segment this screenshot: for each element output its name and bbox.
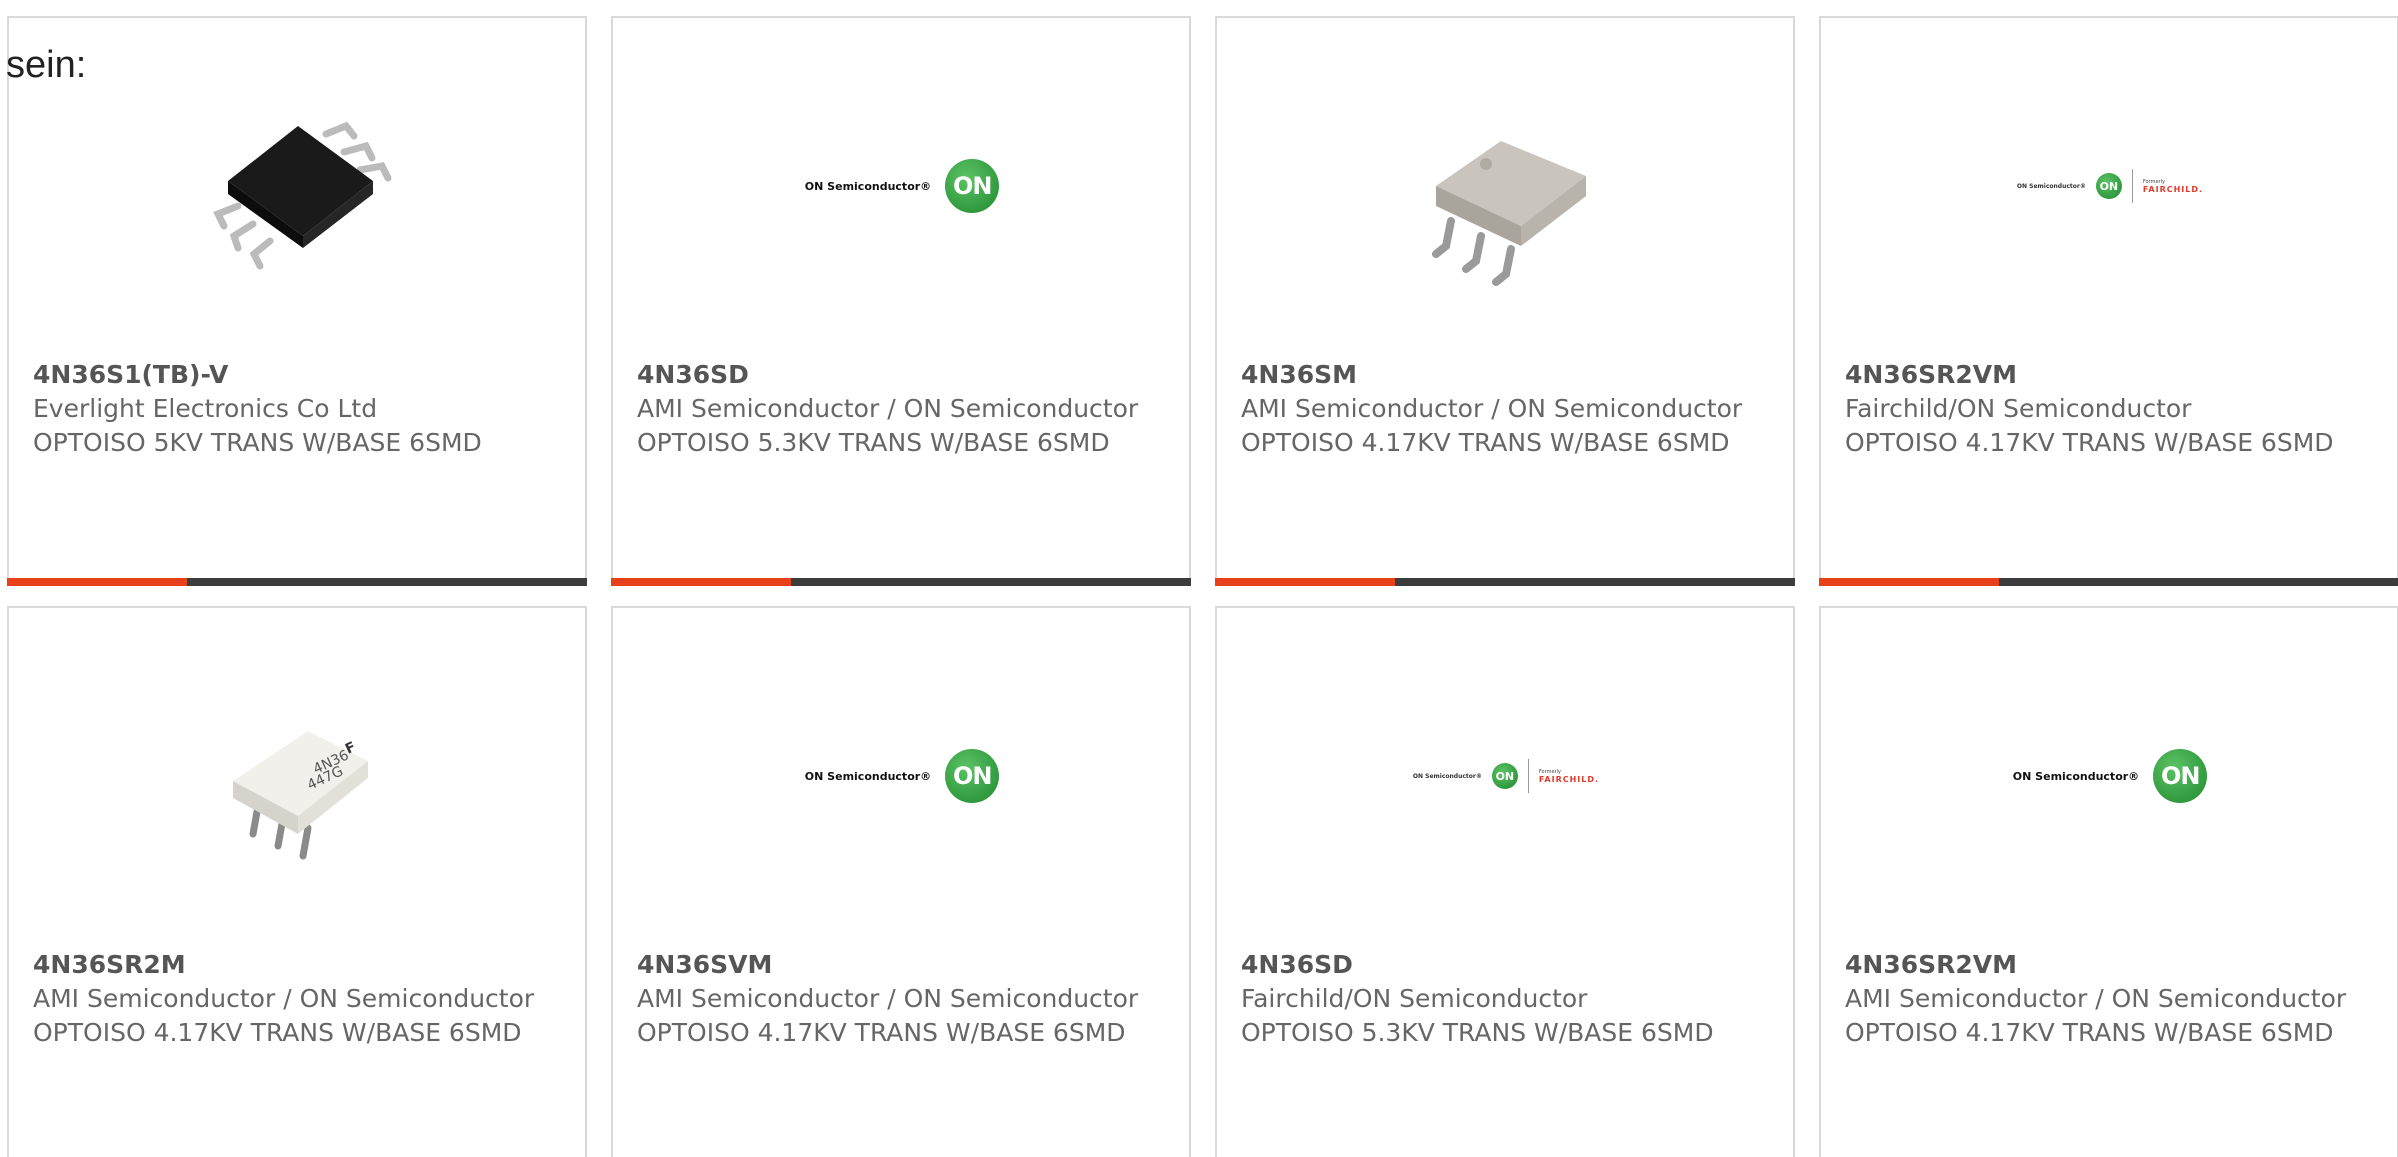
- logo-wordmark: ON Semiconductor®: [2012, 769, 2140, 783]
- manufacturer: AMI Semiconductor / ON Semiconductor: [1241, 394, 1743, 423]
- product-grid-page: sein: 4N36S1(TB)-V Everlight Electronics: [0, 0, 2398, 1157]
- manufacturer: Everlight Electronics Co Ltd: [33, 394, 378, 423]
- description: OPTOISO 4.17KV TRANS W/BASE 6SMD: [1241, 428, 1730, 457]
- description: OPTOISO 4.17KV TRANS W/BASE 6SMD: [637, 1018, 1126, 1047]
- on-fairchild-logo: ON Semiconductor® ON Formerly FAIRCHILD.: [1413, 759, 1599, 793]
- product-image: ON Semiconductor® ON: [2010, 676, 2210, 876]
- product-image: [1406, 86, 1606, 286]
- progress-bar: [1215, 578, 1795, 586]
- logo-wordmark: ON Semiconductor®: [1412, 772, 1482, 780]
- on-badge-icon: ON: [2095, 173, 2122, 199]
- logo-wordmark: ON Semiconductor®: [2016, 182, 2086, 190]
- on-badge-icon: ON: [2153, 749, 2208, 803]
- part-number[interactable]: 4N36SM: [1241, 358, 1773, 392]
- white-chip-image: 4N36 447G F: [233, 731, 368, 860]
- part-number[interactable]: 4N36S1(TB)-V: [33, 358, 565, 392]
- on-semiconductor-logo: ON Semiconductor® ON: [804, 749, 1000, 803]
- logo-wordmark: ON Semiconductor®: [804, 179, 932, 193]
- product-info: 4N36SM AMI Semiconductor / ON Semiconduc…: [1241, 358, 1773, 460]
- lead-text: sein:: [6, 44, 87, 86]
- manufacturer: AMI Semiconductor / ON Semiconductor: [637, 984, 1139, 1013]
- product-card[interactable]: ON Semiconductor® ON 4N36SVM AMI Semicon…: [611, 606, 1191, 1157]
- product-card[interactable]: 4N36S1(TB)-V Everlight Electronics Co Lt…: [7, 16, 587, 586]
- product-info: 4N36S1(TB)-V Everlight Electronics Co Lt…: [33, 358, 565, 460]
- product-info: 4N36SR2VM AMI Semiconductor / ON Semicon…: [1845, 948, 2377, 1050]
- part-number[interactable]: 4N36SR2M: [33, 948, 565, 982]
- on-badge-icon: ON: [1491, 763, 1518, 789]
- product-image: ON Semiconductor® ON: [802, 676, 1002, 876]
- progress-fill: [1819, 578, 1999, 586]
- manufacturer: Fairchild/ON Semiconductor: [1241, 984, 1588, 1013]
- product-info: 4N36SD Fairchild/ON Semiconductor OPTOIS…: [1241, 948, 1773, 1050]
- progress-fill: [611, 578, 791, 586]
- progress-bar: [1819, 578, 2398, 586]
- product-image: ON Semiconductor® ON Formerly FAIRCHILD.: [2010, 86, 2210, 286]
- part-number[interactable]: 4N36SD: [637, 358, 1169, 392]
- progress-bar: [611, 578, 1191, 586]
- on-semiconductor-logo: ON Semiconductor® ON: [2012, 749, 2208, 803]
- logo-wordmark: ON Semiconductor®: [804, 769, 932, 783]
- black-chip-image: [213, 121, 392, 270]
- description: OPTOISO 4.17KV TRANS W/BASE 6SMD: [1845, 428, 2334, 457]
- fairchild-mark: Formerly FAIRCHILD.: [1539, 769, 1599, 784]
- part-number[interactable]: 4N36SR2VM: [1845, 358, 2377, 392]
- description: OPTOISO 4.17KV TRANS W/BASE 6SMD: [1845, 1018, 2334, 1047]
- on-badge-icon: ON: [945, 159, 1000, 213]
- part-number[interactable]: 4N36SR2VM: [1845, 948, 2377, 982]
- manufacturer: AMI Semiconductor / ON Semiconductor: [33, 984, 535, 1013]
- fairchild-word: FAIRCHILD.: [1538, 774, 1600, 784]
- description: OPTOISO 5.3KV TRANS W/BASE 6SMD: [637, 428, 1110, 457]
- product-card[interactable]: 4N36SM AMI Semiconductor / ON Semiconduc…: [1215, 16, 1795, 586]
- product-info: 4N36SR2VM Fairchild/ON Semiconductor OPT…: [1845, 358, 2377, 460]
- product-image: ON Semiconductor® ON: [802, 86, 1002, 286]
- product-image: ON Semiconductor® ON Formerly FAIRCHILD.: [1406, 676, 1606, 876]
- gray-chip-image: [1432, 141, 1586, 286]
- logo-divider: [1527, 759, 1529, 793]
- part-number[interactable]: 4N36SVM: [637, 948, 1169, 982]
- product-card[interactable]: ON Semiconductor® ON Formerly FAIRCHILD.…: [1819, 16, 2398, 586]
- description: OPTOISO 4.17KV TRANS W/BASE 6SMD: [33, 1018, 522, 1047]
- product-info: 4N36SR2M AMI Semiconductor / ON Semicond…: [33, 948, 565, 1050]
- on-badge-icon: ON: [945, 749, 1000, 803]
- product-card[interactable]: 4N36 447G F 4N36SR2M AMI Semiconductor /…: [7, 606, 587, 1157]
- fairchild-mark: Formerly FAIRCHILD.: [2143, 179, 2203, 194]
- manufacturer: AMI Semiconductor / ON Semiconductor: [1845, 984, 2347, 1013]
- manufacturer: AMI Semiconductor / ON Semiconductor: [637, 394, 1139, 423]
- product-info: 4N36SVM AMI Semiconductor / ON Semicondu…: [637, 948, 1169, 1050]
- on-semiconductor-logo: ON Semiconductor® ON: [804, 159, 1000, 213]
- part-number[interactable]: 4N36SD: [1241, 948, 1773, 982]
- progress-bar: [7, 578, 587, 586]
- product-info: 4N36SD AMI Semiconductor / ON Semiconduc…: [637, 358, 1169, 460]
- logo-divider: [2131, 169, 2133, 203]
- product-card[interactable]: ON Semiconductor® ON Formerly FAIRCHILD.…: [1215, 606, 1795, 1157]
- manufacturer: Fairchild/ON Semiconductor: [1845, 394, 2192, 423]
- fairchild-word: FAIRCHILD.: [2142, 184, 2204, 194]
- product-card[interactable]: ON Semiconductor® ON 4N36SR2VM AMI Semic…: [1819, 606, 2398, 1157]
- description: OPTOISO 5KV TRANS W/BASE 6SMD: [33, 428, 482, 457]
- progress-fill: [7, 578, 187, 586]
- on-fairchild-logo: ON Semiconductor® ON Formerly FAIRCHILD.: [2017, 169, 2203, 203]
- product-image: 4N36 447G F: [198, 676, 398, 876]
- description: OPTOISO 5.3KV TRANS W/BASE 6SMD: [1241, 1018, 1714, 1047]
- product-image: [198, 86, 398, 286]
- product-card[interactable]: ON Semiconductor® ON 4N36SD AMI Semicond…: [611, 16, 1191, 586]
- progress-fill: [1215, 578, 1395, 586]
